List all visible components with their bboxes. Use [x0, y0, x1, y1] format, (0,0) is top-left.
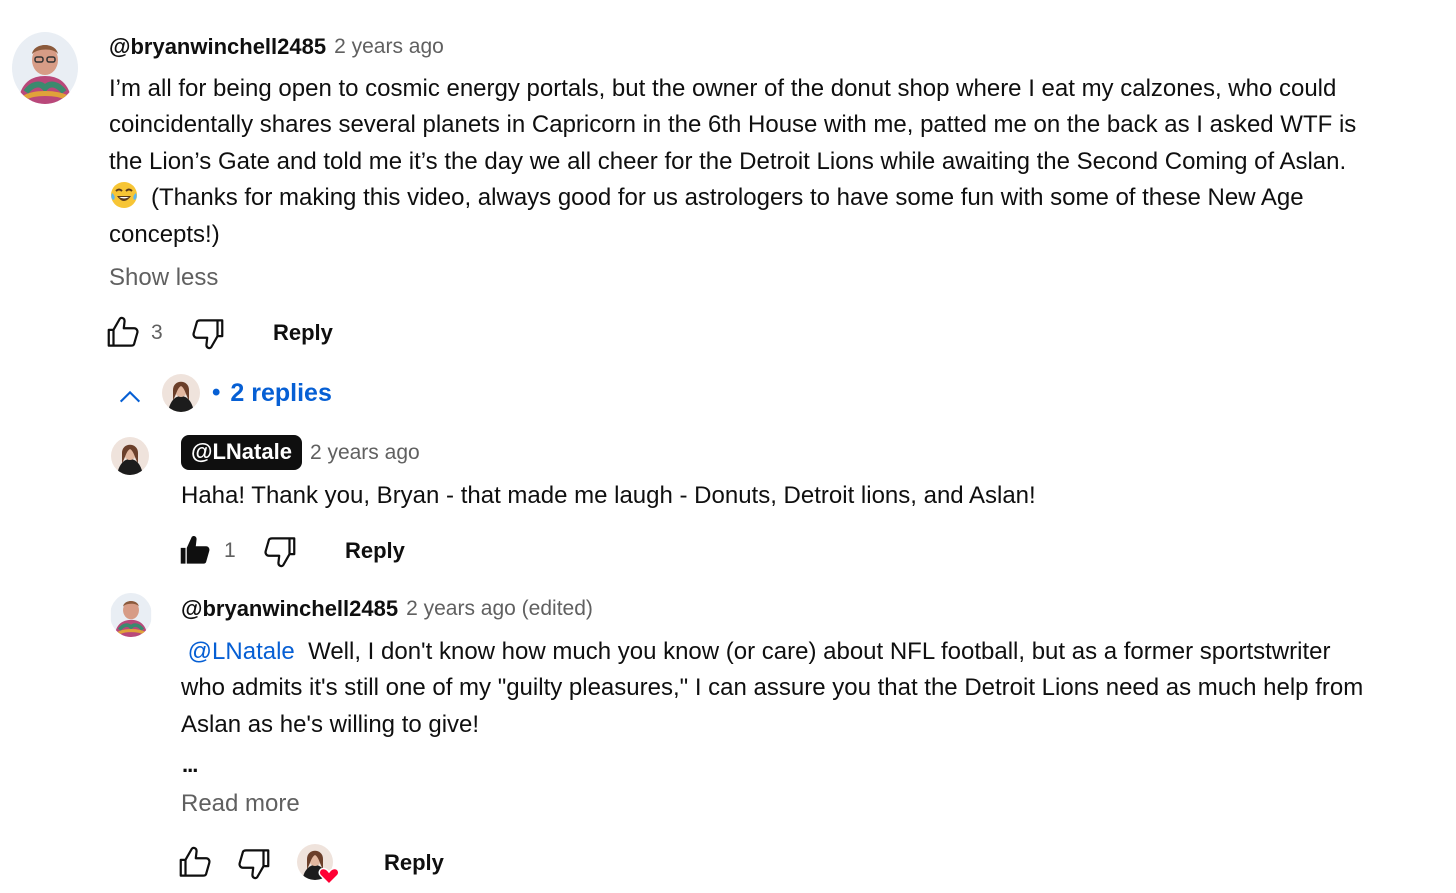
reply2-line: Aslan as he's willing to give! [181, 710, 480, 738]
replies-toggle[interactable]: • 2 replies [116, 374, 332, 412]
comment-line: concepts!) [109, 220, 220, 248]
lnatale-avatar-image [111, 437, 149, 475]
like-button[interactable] [104, 314, 142, 352]
read-more-button[interactable]: Read more [181, 790, 300, 818]
reply2-line: who admits it's still one of my "guilty … [181, 674, 1364, 702]
bryan-avatar-image [110, 593, 152, 637]
reply1-timestamp[interactable]: 2 years ago [310, 441, 420, 465]
mention-link[interactable]: @LNatale [188, 638, 295, 665]
chevron-up-icon [119, 390, 141, 403]
reply2-author[interactable]: @bryanwinchell2485 [181, 596, 398, 622]
reply1-author-badge[interactable]: @LNatale [181, 435, 302, 470]
comment-text: I’m all for being open to cosmic energy … [109, 71, 1439, 253]
reply1-header: @LNatale 2 years ago [181, 435, 420, 470]
thumbs-down-icon [264, 537, 296, 568]
replies-count: 2 replies [230, 378, 332, 407]
reply2-line-text: Well, I don't know how much you know (or… [308, 638, 1331, 665]
comment-thread: @bryanwinchell2485 2 years ago I’m all f… [0, 0, 1456, 893]
like-count: 3 [151, 321, 163, 344]
comment-line: the Lion’s Gate and told me it’s the day… [109, 147, 1347, 175]
comment-timestamp[interactable]: 2 years ago [334, 35, 444, 59]
reply2-header: @bryanwinchell2485 2 years ago (edited) [181, 596, 593, 622]
separator-dot: • [212, 379, 221, 406]
comment-line: (Thanks for making this video, always go… [109, 180, 1439, 216]
laughing-tears-emoji [109, 180, 139, 210]
thumbs-down-icon [192, 319, 224, 350]
avatar-bryan-reply[interactable] [110, 593, 152, 637]
creator-heart-badge [296, 843, 340, 885]
thumbs-up-icon [179, 846, 211, 877]
thumbs-up-filled-icon [180, 535, 210, 564]
thumbs-down-icon [238, 849, 270, 880]
comment-header: @bryanwinchell2485 2 years ago [109, 34, 444, 60]
reply2-like-button[interactable] [176, 844, 214, 882]
reply2-text: @LNatale Well, I don't know how much you… [181, 634, 1443, 743]
creator-heart-icon [297, 844, 340, 885]
reply2-timestamp[interactable]: 2 years ago (edited) [406, 597, 593, 621]
comment-line: I’m all for being open to cosmic energy … [109, 75, 1337, 102]
comment-author[interactable]: @bryanwinchell2485 [109, 34, 326, 60]
reply1-reply-button[interactable]: Reply [345, 538, 405, 564]
reply1-like-count: 1 [224, 539, 236, 562]
reply2-reply-button[interactable]: Reply [384, 850, 444, 876]
comment-line: coincidentally shares several planets in… [109, 111, 1357, 139]
reply2-line: @LNatale Well, I don't know how much you… [181, 634, 1443, 670]
reply1-dislike-button[interactable] [261, 532, 299, 570]
reply2-dislike-button[interactable] [235, 844, 273, 882]
comment-line-text: (Thanks for making this video, always go… [151, 184, 1304, 212]
replier-avatar [162, 374, 200, 412]
bryan-avatar-image [12, 32, 78, 104]
reply1-like-button[interactable] [176, 532, 214, 570]
reply1-text: Haha! Thank you, Bryan - that made me la… [181, 482, 1036, 509]
thumbs-up-icon [107, 316, 139, 347]
avatar-bryan[interactable] [12, 32, 78, 104]
truncation-ellipsis: ... [182, 752, 198, 777]
avatar-lnatale[interactable] [111, 437, 149, 475]
dislike-button[interactable] [189, 314, 227, 352]
show-less-button[interactable]: Show less [109, 264, 218, 292]
reply-button[interactable]: Reply [273, 320, 333, 346]
